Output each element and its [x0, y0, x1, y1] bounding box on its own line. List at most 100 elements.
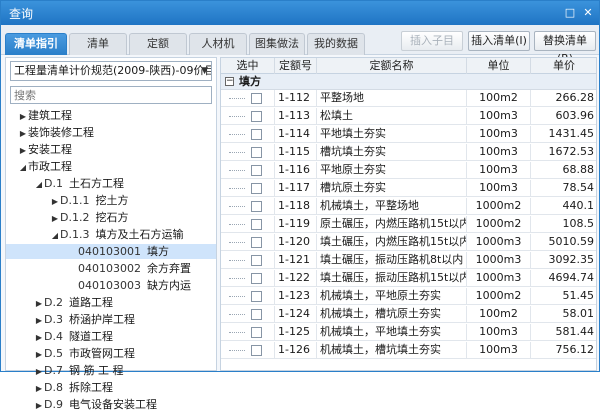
- tab-labor-material-machine[interactable]: 人材机: [189, 33, 247, 55]
- expand-icon[interactable]: ▶: [50, 211, 60, 226]
- tree-connector: [229, 170, 245, 171]
- row-checkbox[interactable]: [251, 183, 262, 194]
- table-row[interactable]: 1-112 平整场地 100m2 266.28: [221, 90, 596, 107]
- table-row[interactable]: 1-116 平地原土夯实 100m3 68.88: [221, 162, 596, 179]
- col-header-price[interactable]: 单价: [531, 58, 596, 74]
- tree-node[interactable]: ▶ D.1.2 挖石方: [6, 210, 216, 225]
- cell-price: 440.1: [531, 198, 596, 215]
- expand-icon[interactable]: ▶: [34, 330, 44, 345]
- title-bar[interactable]: 查询 □ ✕: [1, 1, 599, 25]
- tree-node-code: 040103001: [78, 245, 141, 258]
- table-row[interactable]: 1-124 机械填土，槽坑原土夯实 100m2 58.01: [221, 306, 596, 323]
- insert-child-button[interactable]: 插入子目: [401, 31, 463, 51]
- tree-connector: [229, 98, 245, 99]
- row-checkbox[interactable]: [251, 327, 262, 338]
- table-row[interactable]: 1-113 松填土 100m3 603.96: [221, 108, 596, 125]
- restore-icon[interactable]: □: [563, 6, 577, 20]
- tab-atlas-practice[interactable]: 图集做法: [249, 33, 305, 55]
- tree-node[interactable]: ▶ D.1.1 挖土方: [6, 193, 216, 208]
- row-checkbox[interactable]: [251, 237, 262, 248]
- row-checkbox[interactable]: [251, 201, 262, 212]
- row-checkbox[interactable]: [251, 111, 262, 122]
- tree-connector: [229, 116, 245, 117]
- standard-select[interactable]: 工程量清单计价规范(2009-陕西)-09价目表指引 ▼: [10, 61, 212, 81]
- tab-quota[interactable]: 定额: [129, 33, 187, 55]
- table-row[interactable]: 1-120 填土碾压，内燃压路机15t以内 1000m3 5010.59: [221, 234, 596, 251]
- tree-node[interactable]: ◢ 市政工程: [6, 159, 216, 174]
- cell-price: 4694.74: [531, 270, 596, 287]
- table-row[interactable]: 1-125 机械填土，平地填土夯实 100m3 581.44: [221, 324, 596, 341]
- expand-icon[interactable]: ▶: [18, 143, 28, 158]
- row-checkbox[interactable]: [251, 273, 262, 284]
- cell-price: 58.01: [531, 306, 596, 323]
- tree-node[interactable]: ▶ D.8 拆除工程: [6, 380, 216, 395]
- table-row[interactable]: 1-119 原土碾压，内燃压路机15t以内 1000m2 108.5: [221, 216, 596, 233]
- table-row[interactable]: 1-126 机械填土，槽坑填土夯实 100m3 756.12: [221, 342, 596, 359]
- tree-node[interactable]: 040103001 填方: [6, 244, 216, 259]
- cell-name: 平整场地: [317, 90, 467, 107]
- table-row[interactable]: 1-122 填土碾压，振动压路机15t以内 1000m3 4694.74: [221, 270, 596, 287]
- tree-node[interactable]: ▶ D.4 隧道工程: [6, 329, 216, 344]
- expand-icon[interactable]: ▶: [34, 296, 44, 311]
- collapse-icon[interactable]: ◢: [50, 228, 60, 243]
- cell-price: 51.45: [531, 288, 596, 305]
- tree-node-code: D.3: [44, 313, 63, 326]
- tree-connector: [229, 134, 245, 135]
- tree-node[interactable]: ▶ 安装工程: [6, 142, 216, 157]
- expand-icon[interactable]: ▶: [34, 381, 44, 396]
- table-row[interactable]: 1-115 槽坑填土夯实 100m3 1672.53: [221, 144, 596, 161]
- expand-icon[interactable]: ▶: [34, 347, 44, 362]
- table-row[interactable]: 1-123 机械填土，平地原土夯实 1000m2 51.45: [221, 288, 596, 305]
- tree-node[interactable]: ◢ D.1 土石方工程: [6, 176, 216, 191]
- cell-name: 机械填土，平整场地: [317, 198, 467, 215]
- tree-node[interactable]: ▶ D.3 桥涵护岸工程: [6, 312, 216, 327]
- col-header-unit[interactable]: 单位: [467, 58, 531, 74]
- row-checkbox[interactable]: [251, 345, 262, 356]
- tree-node-code: D.1.1: [60, 194, 90, 207]
- col-header-select[interactable]: 选中: [221, 58, 275, 74]
- search-input[interactable]: [10, 86, 212, 104]
- col-header-code[interactable]: 定额号: [275, 58, 317, 74]
- cell-unit: 1000m3: [467, 270, 531, 287]
- table-row[interactable]: 1-118 机械填土，平整场地 1000m2 440.1: [221, 198, 596, 215]
- col-header-name[interactable]: 定额名称: [317, 58, 467, 74]
- replace-list-button[interactable]: 替换清单(R): [534, 31, 596, 65]
- row-checkbox[interactable]: [251, 147, 262, 158]
- tab-list-guide[interactable]: 清单指引: [5, 33, 67, 55]
- collapse-icon[interactable]: ◢: [34, 177, 44, 192]
- expand-icon[interactable]: ▶: [18, 109, 28, 124]
- table-row[interactable]: 1-117 槽坑原土夯实 100m3 78.54: [221, 180, 596, 197]
- collapse-icon[interactable]: ◢: [18, 160, 28, 175]
- expand-icon[interactable]: ▶: [18, 126, 28, 141]
- expand-icon[interactable]: ▶: [34, 313, 44, 328]
- row-checkbox[interactable]: [251, 165, 262, 176]
- tree-node[interactable]: 040103003 缺方内运: [6, 278, 216, 293]
- table-row[interactable]: 1-121 填土碾压，振动压路机8t以内 1000m3 3092.35: [221, 252, 596, 269]
- row-checkbox[interactable]: [251, 291, 262, 302]
- cell-price: 603.96: [531, 108, 596, 125]
- tree-node[interactable]: ▶ D.5 市政管网工程: [6, 346, 216, 361]
- cell-select: [221, 252, 275, 269]
- row-checkbox[interactable]: [251, 255, 262, 266]
- tree-connector: [229, 332, 245, 333]
- tree-node[interactable]: ▶ D.7 钢 筋 工 程: [6, 363, 216, 378]
- tree-node[interactable]: ▶ 装饰装修工程: [6, 125, 216, 140]
- tree-node[interactable]: ▶ D.2 道路工程: [6, 295, 216, 310]
- row-checkbox[interactable]: [251, 129, 262, 140]
- table-row[interactable]: 1-114 平地填土夯实 100m3 1431.45: [221, 126, 596, 143]
- tree-node[interactable]: ◢ D.1.3 填方及土石方运输: [6, 227, 216, 242]
- row-checkbox[interactable]: [251, 93, 262, 104]
- tree-node[interactable]: ▶ 建筑工程: [6, 108, 216, 123]
- tree-node[interactable]: 040103002 余方弃置: [6, 261, 216, 276]
- expand-icon[interactable]: ▶: [50, 194, 60, 209]
- collapse-icon[interactable]: −: [225, 77, 234, 86]
- group-row[interactable]: − 填方: [221, 74, 596, 90]
- tab-my-data[interactable]: 我的数据: [307, 33, 365, 55]
- row-checkbox[interactable]: [251, 219, 262, 230]
- tab-list[interactable]: 清单: [69, 33, 127, 55]
- insert-list-button[interactable]: 插入清单(I): [468, 31, 530, 51]
- expand-icon[interactable]: ▶: [34, 398, 44, 413]
- row-checkbox[interactable]: [251, 309, 262, 320]
- tree-node[interactable]: ▶ D.9 电气设备安装工程: [6, 397, 216, 412]
- close-icon[interactable]: ✕: [581, 6, 595, 20]
